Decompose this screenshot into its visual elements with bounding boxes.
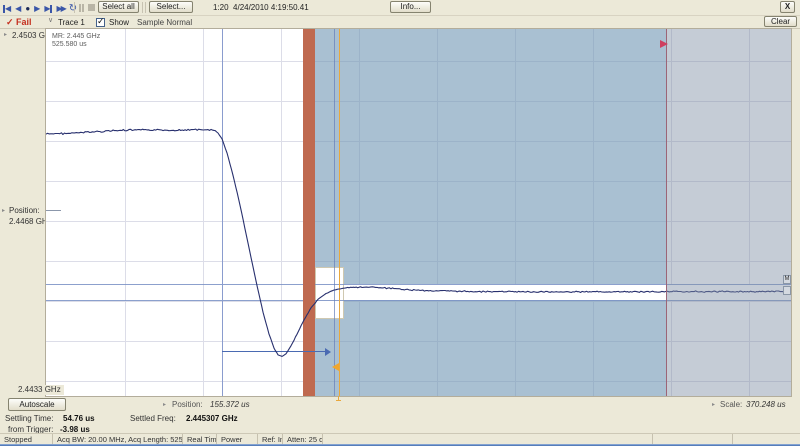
toolbar-separator [145, 2, 146, 13]
settling-time-value: 54.76 us [63, 414, 95, 423]
close-button[interactable]: X [780, 1, 795, 13]
y-axis-top-marker-icon: ▸ [4, 31, 7, 38]
select-button[interactable]: Select... [149, 1, 193, 13]
toolbar: ◀ ◀ ● ▶ ▶ ▶▶ ↻ Select all Select... 1:20… [0, 0, 800, 16]
status-bar: Stopped Acq BW: 20.00 MHz, Acq Length: 5… [0, 433, 800, 444]
info-button[interactable]: Info... [390, 1, 431, 13]
status-reference: Ref: Int [258, 434, 283, 444]
marker-readout-time: 525.580 us [52, 41, 100, 49]
status-acquisition: Acq BW: 20.00 MHz, Acq Length: 525.720 u… [53, 434, 183, 444]
status-run-state: Stopped [0, 434, 53, 444]
toolbar-separator [142, 2, 143, 13]
fail-check-icon: ✓ [6, 17, 14, 28]
show-checkbox-label[interactable]: Show [109, 18, 129, 27]
fast-forward-icon[interactable]: ▶▶ [56, 4, 64, 13]
x-position-label: Position: [172, 400, 203, 409]
analyzer-window: ◀ ◀ ● ▶ ▶ ▶▶ ↻ Select all Select... 1:20… [0, 0, 800, 446]
x-position-value[interactable]: 155.372 us [210, 400, 250, 409]
post-analysis-region [666, 29, 791, 396]
settling-plot[interactable]: MR: 2.445 GHz 525.580 us M [45, 28, 792, 397]
replay-icon[interactable]: ↻ [69, 3, 77, 14]
analysis-end-line[interactable] [666, 29, 667, 396]
status-empty-cell [733, 434, 800, 444]
trace-selector[interactable]: Trace 1 [58, 18, 85, 27]
settling-time-label: Settling Time: [5, 414, 53, 423]
y-axis-position-label: Position: [9, 206, 40, 215]
show-checkbox[interactable]: ✓ [96, 18, 105, 27]
autoscale-button[interactable]: Autoscale [8, 398, 66, 411]
acquisition-timestamp: 1:20 4/24/2010 4:19:50.41 [213, 3, 309, 12]
status-attenuation: Atten: 25 dB [283, 434, 323, 444]
skip-back-icon[interactable]: ◀ [3, 4, 11, 13]
edge-marker-tag[interactable]: M [783, 275, 791, 284]
skip-forward-icon[interactable]: ▶ [44, 4, 52, 13]
status-detector: Power [217, 434, 258, 444]
x-scale-label: Scale: [720, 400, 742, 409]
toolbar-separator [74, 2, 75, 13]
marker-readout-freq: MR: 2.445 GHz [52, 33, 100, 41]
position-marker-foot [336, 400, 341, 401]
x-scale-value[interactable]: 370.248 us [746, 400, 786, 409]
record-icon[interactable]: ● [25, 4, 30, 13]
pause-icon [79, 4, 84, 12]
edge-marker-tag[interactable] [783, 286, 791, 295]
x-scale-marker-icon[interactable]: ▸ [712, 401, 715, 408]
play-icon[interactable]: ▶ [34, 4, 40, 13]
x-position-marker-icon[interactable]: ▸ [163, 401, 166, 408]
clear-button[interactable]: Clear [764, 16, 797, 27]
settled-freq-value: 2.445307 GHz [186, 414, 238, 423]
step-back-icon[interactable]: ◀ [15, 4, 21, 13]
sample-mode-label: Sample Normal [137, 18, 192, 27]
y-axis-bottom-label: 2.4433 GHz [8, 385, 64, 395]
status-empty-cell [323, 434, 653, 444]
marker-readout: MR: 2.445 GHz 525.580 us [52, 33, 100, 49]
fail-status-label: Fail [16, 17, 32, 27]
select-all-button[interactable]: Select all [98, 1, 139, 13]
checkbox-check-icon: ✓ [97, 16, 105, 27]
status-empty-cell [653, 434, 733, 444]
stop-icon [88, 4, 95, 11]
chevron-down-icon[interactable]: ∨ [48, 16, 53, 24]
settled-freq-label: Settled Freq: [130, 414, 176, 423]
analysis-end-flag-icon[interactable] [660, 40, 668, 48]
status-mode: Real Time [183, 434, 217, 444]
y-axis-position-marker-icon[interactable]: ▸ [2, 207, 5, 214]
